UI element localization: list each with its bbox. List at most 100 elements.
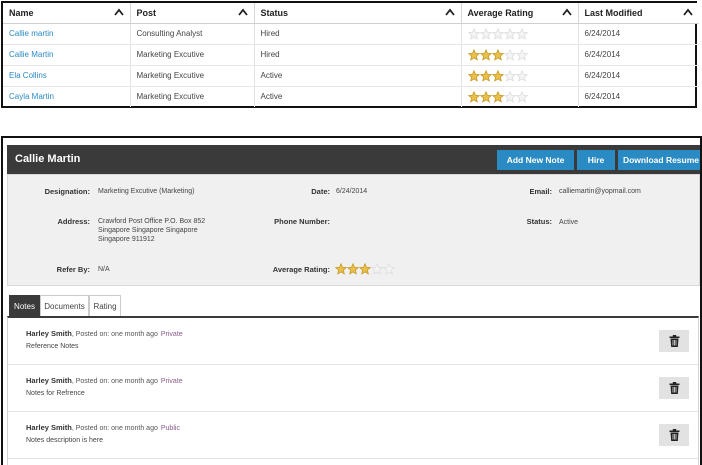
list-item: Harley Smith, Posted on: one month ago Pr…	[8, 318, 698, 365]
cell-post: Consulting Analyst	[130, 23, 255, 45]
status-label: Status:	[526, 217, 552, 226]
address-label: Address:	[57, 217, 90, 226]
cell-name[interactable]: Ela Collins	[3, 65, 131, 87]
address-line-1: Crawford Post Office P.O. Box 852	[98, 218, 206, 225]
delete-note-button[interactable]	[659, 377, 689, 399]
cell-rating	[461, 86, 579, 107]
sort-caret-icon[interactable]	[237, 8, 248, 16]
cell-modified: 6/24/2014	[578, 44, 699, 66]
star-icon	[383, 263, 395, 275]
star-icon	[503, 27, 516, 40]
date-label: Date:	[311, 187, 330, 196]
star-icon	[467, 48, 480, 61]
note-privacy: Public	[160, 425, 180, 432]
trash-icon	[669, 335, 679, 347]
note-posted: , Posted on: one month ago	[71, 331, 158, 338]
note-author: Harley Smith	[26, 376, 72, 385]
average-rating-wrap	[335, 263, 395, 275]
star-icon	[503, 90, 516, 103]
add-new-note-button[interactable]: Add New Note	[497, 150, 574, 170]
cell-post: Marketing Excutive	[130, 86, 255, 107]
cell-name[interactable]: Callie martin	[3, 23, 131, 45]
note-meta: Harley Smith, Posted on: one month ago Pr…	[26, 376, 183, 385]
cell-post: Marketing Excutive	[130, 44, 255, 66]
star-icon	[347, 263, 359, 275]
delete-note-button[interactable]	[659, 330, 689, 352]
note-meta: Harley Smith, Posted on: one month ago Pu…	[26, 423, 180, 432]
sort-caret-icon[interactable]	[113, 8, 124, 16]
sort-caret-icon[interactable]	[683, 8, 693, 16]
star-icon	[479, 90, 492, 103]
table-row[interactable]: Ela Collins Marketing Excutive Active 6/…	[3, 65, 699, 87]
cell-rating	[461, 23, 579, 45]
note-text: Notes description is here	[26, 437, 104, 444]
cell-status: Active	[254, 86, 462, 107]
table-header-row: Name Post Status Average Rating Last Mod…	[3, 3, 699, 24]
candidate-detail-panel: Callie Martin Add New Note Hire Download…	[1, 136, 702, 465]
star-icon	[467, 90, 480, 103]
candidate-link[interactable]: Callie martin	[9, 29, 53, 38]
candidate-link[interactable]: Ela Collins	[9, 71, 47, 80]
candidate-link[interactable]: Callie Martin	[9, 50, 53, 59]
notes-list: Harley Smith, Posted on: one month ago Pr…	[7, 316, 699, 465]
column-header-rating[interactable]: Average Rating	[461, 3, 579, 24]
detail-header: Callie Martin Add New Note Hire Download…	[7, 145, 700, 174]
note-text: Reference Notes	[26, 343, 79, 350]
column-header-name[interactable]: Name	[3, 3, 131, 24]
download-resume-button[interactable]: Download Resume	[618, 150, 700, 170]
cell-name[interactable]: Callie Martin	[3, 44, 131, 66]
tab-rating[interactable]: Rating	[89, 295, 121, 316]
email-label: Email:	[529, 187, 552, 196]
star-icon	[467, 69, 480, 82]
rating-stars	[467, 27, 528, 40]
star-icon	[491, 27, 504, 40]
cell-status: Active	[254, 65, 462, 87]
sort-caret-icon[interactable]	[561, 8, 572, 16]
rating-stars	[467, 69, 528, 82]
star-icon	[359, 263, 371, 275]
list-item: Harley Smith, Posted on: one month ago Pu…	[8, 412, 698, 459]
designation-label: Designation:	[44, 187, 90, 196]
candidate-link[interactable]: Cayla Martin	[9, 92, 54, 101]
average-rating-label: Average Rating:	[272, 265, 330, 274]
star-icon	[515, 69, 528, 82]
note-privacy: Private	[160, 331, 183, 338]
cell-status: Hired	[254, 44, 462, 66]
column-header-post[interactable]: Post	[130, 3, 255, 24]
tab-notes[interactable]: Notes	[9, 295, 40, 316]
candidates-grid: Name Post Status Average Rating Last Mod…	[1, 1, 699, 108]
table-row[interactable]: Cayla Martin Marketing Excutive Active 6…	[3, 86, 699, 107]
star-icon	[515, 90, 528, 103]
table-row[interactable]: Callie Martin Marketing Excutive Hired 6…	[3, 44, 699, 66]
star-icon	[503, 69, 516, 82]
star-icon	[467, 27, 480, 40]
trash-icon	[669, 429, 679, 441]
address-line-3: Singapore 911912	[98, 236, 155, 243]
column-header-status[interactable]: Status	[254, 3, 462, 24]
note-posted: , Posted on: one month ago	[71, 425, 158, 432]
star-icon	[491, 48, 504, 61]
hire-button[interactable]: Hire	[577, 150, 615, 170]
delete-note-button[interactable]	[659, 424, 689, 446]
table-row[interactable]: Callie martin Consulting Analyst Hired 6…	[3, 23, 699, 45]
refer-by-label: Refer By:	[56, 265, 90, 274]
sort-caret-icon[interactable]	[444, 8, 455, 16]
trash-icon	[669, 382, 679, 394]
note-posted: , Posted on: one month ago	[71, 378, 158, 385]
cell-modified: 6/24/2014	[584, 92, 621, 102]
star-icon	[371, 263, 383, 275]
star-icon	[479, 48, 492, 61]
candidates-table: Name Post Status Average Rating Last Mod…	[3, 3, 699, 107]
note-privacy: Private	[160, 378, 183, 385]
star-icon	[491, 90, 504, 103]
candidate-name-title: Callie Martin	[15, 153, 81, 165]
cell-modified: 6/24/2014	[578, 23, 699, 45]
column-header-modified[interactable]: Last Modified	[578, 3, 699, 24]
candidate-info-box: Designation: Marketing Excutive (Marketi…	[7, 174, 700, 286]
cell-name[interactable]: Cayla Martin	[3, 86, 131, 107]
cell-post: Marketing Excutive	[130, 65, 255, 87]
email-value: calliemartin@yopmail.com	[559, 188, 641, 195]
phone-label: Phone Number:	[274, 217, 330, 226]
tab-documents[interactable]: Documents	[40, 295, 89, 316]
date-value: 6/24/2014	[336, 188, 368, 195]
